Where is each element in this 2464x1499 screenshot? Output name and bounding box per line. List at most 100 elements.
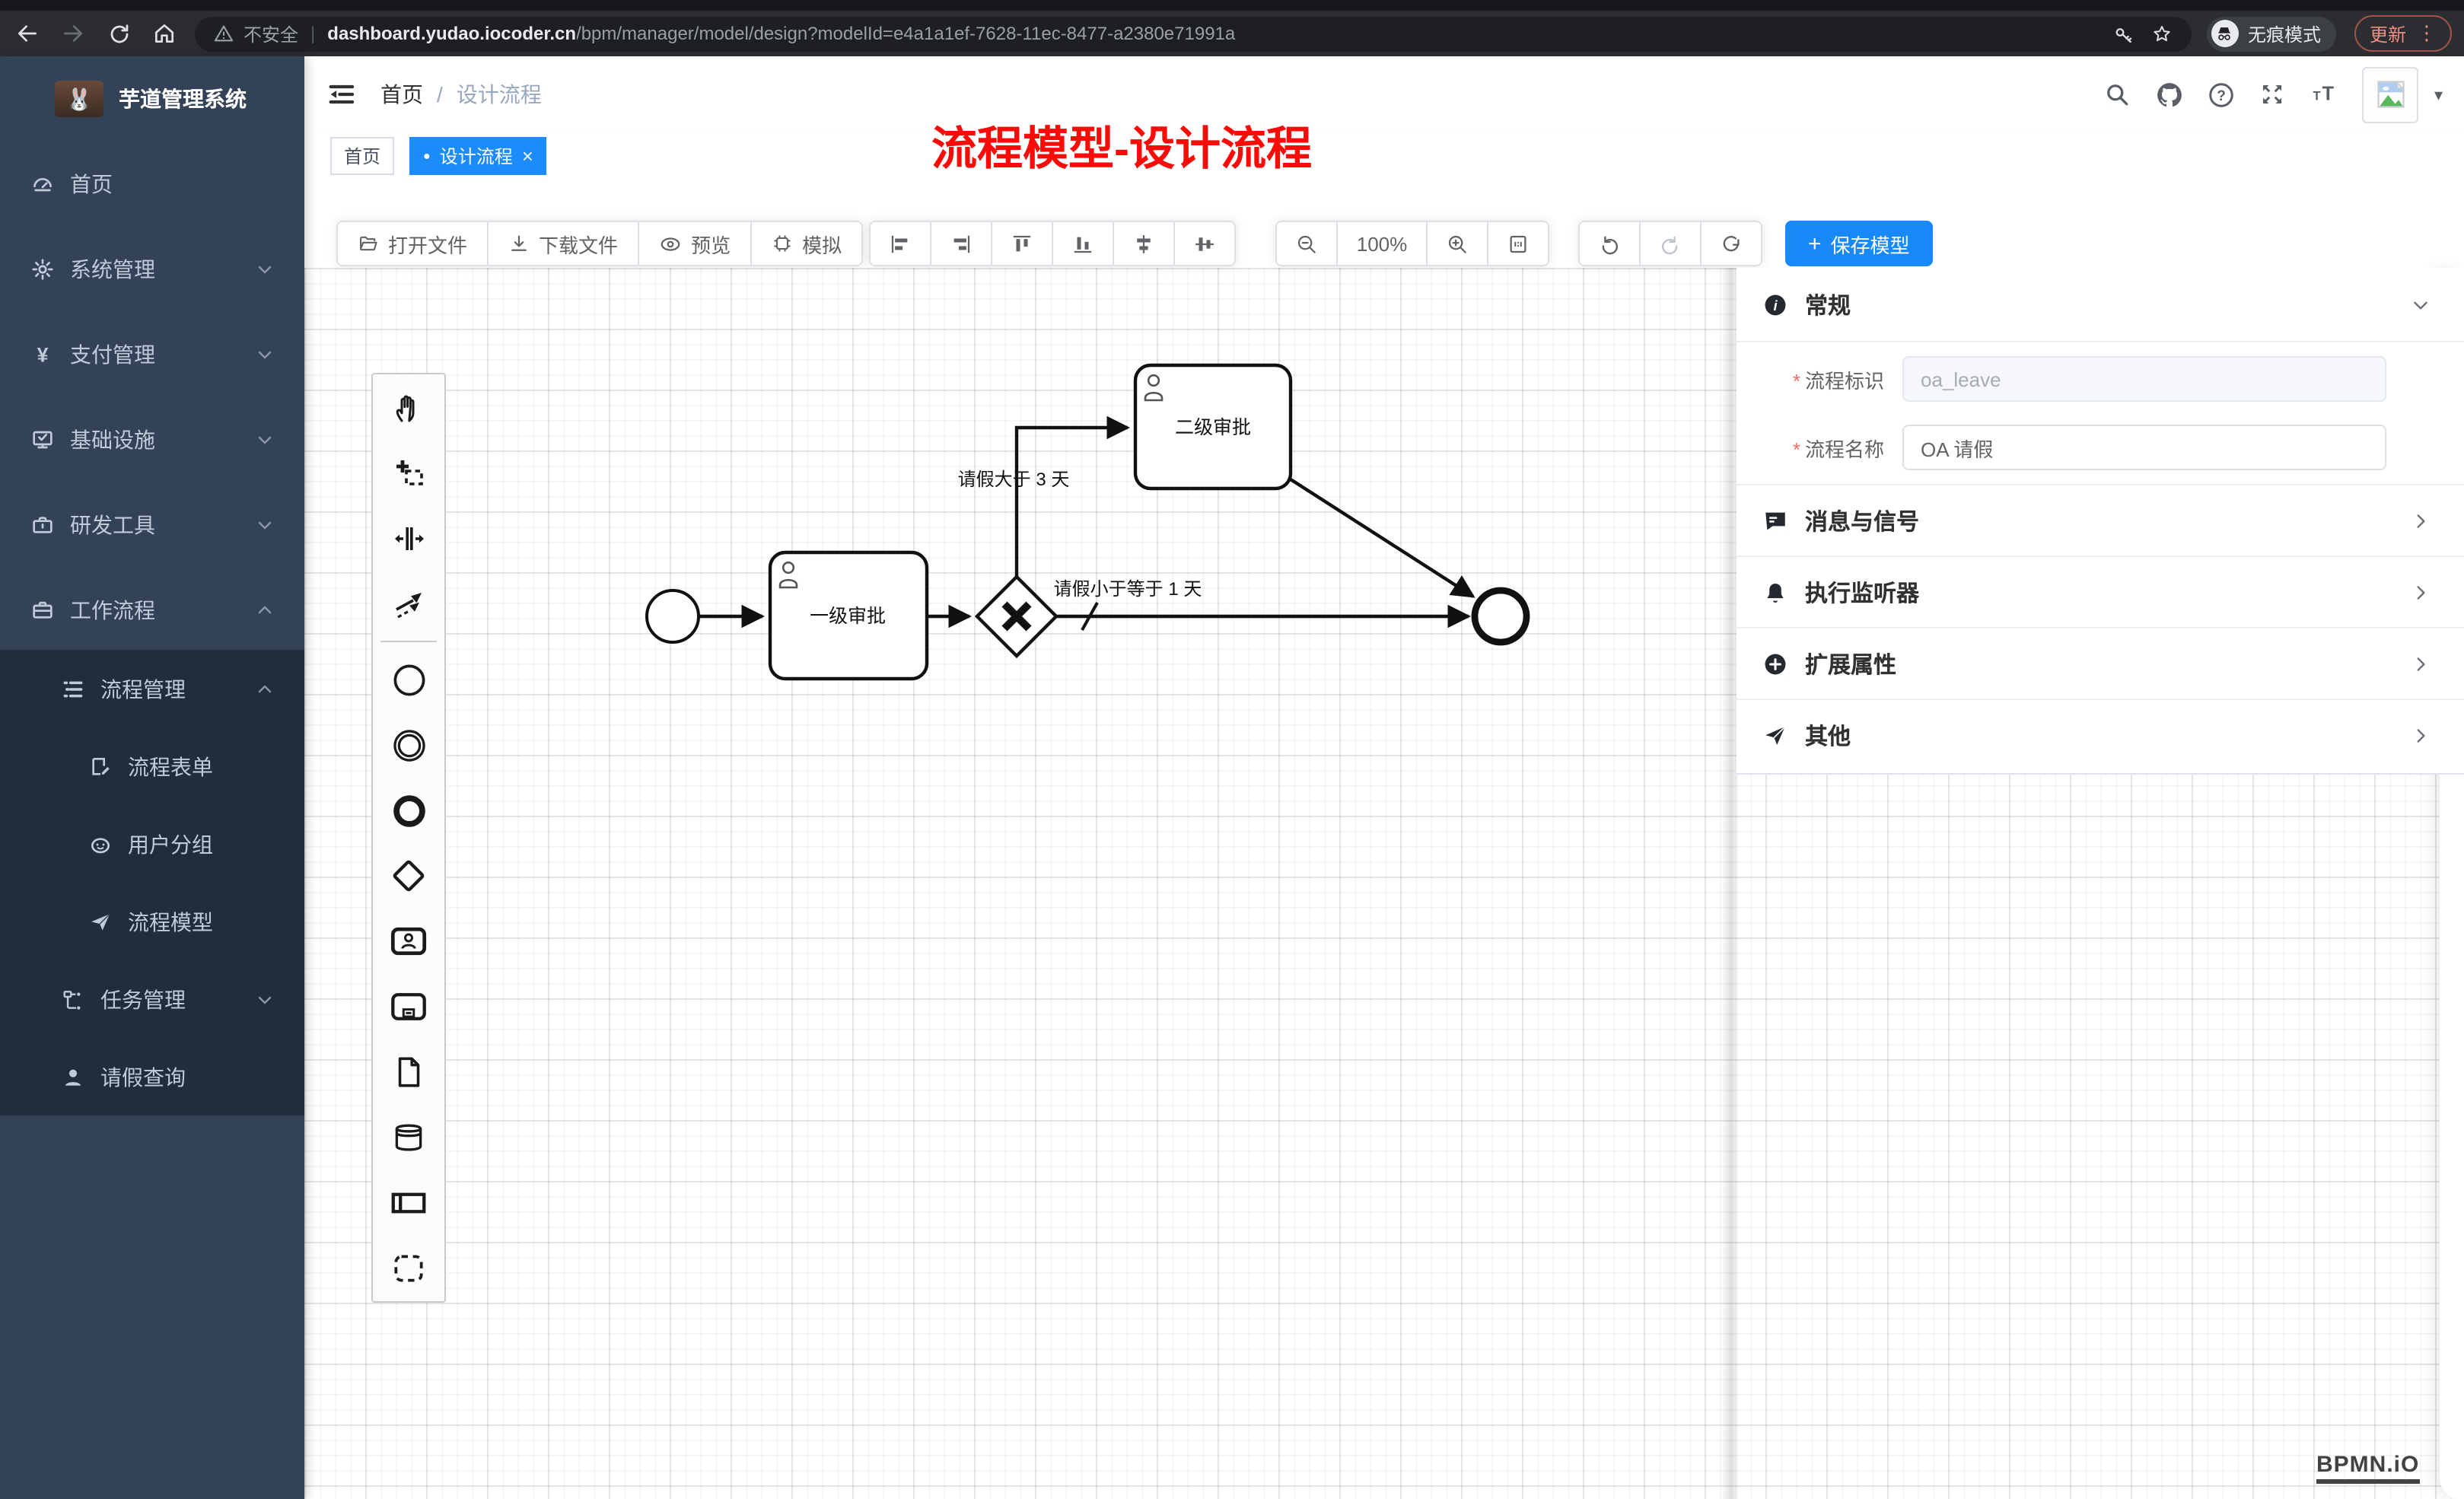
process-key-input[interactable] bbox=[1902, 356, 2386, 402]
user-task-level1[interactable]: 一级审批 bbox=[770, 552, 927, 679]
space-tool[interactable] bbox=[373, 505, 444, 571]
zoom-reset-button[interactable] bbox=[1487, 221, 1549, 266]
bell-icon bbox=[1762, 580, 1788, 606]
breadcrumb-home[interactable]: 首页 bbox=[380, 79, 423, 110]
undo-button[interactable] bbox=[1578, 221, 1641, 266]
close-icon[interactable]: × bbox=[522, 145, 533, 167]
help-icon[interactable]: ? bbox=[2208, 81, 2235, 108]
key-icon[interactable] bbox=[2112, 22, 2135, 45]
create-subprocess[interactable] bbox=[373, 974, 444, 1039]
tab-label: 首页 bbox=[344, 143, 380, 169]
app-logo-row[interactable]: 🐰 芋道管理系统 bbox=[0, 56, 304, 142]
create-gateway[interactable] bbox=[373, 843, 444, 909]
tab-design-process[interactable]: ● 设计流程 × bbox=[409, 137, 547, 175]
browser-update-button[interactable]: 更新 ⋮ bbox=[2354, 15, 2452, 52]
button-label: 预览 bbox=[691, 229, 731, 258]
section-other[interactable]: 其他 bbox=[1737, 699, 2464, 772]
paper-plane-icon bbox=[88, 909, 113, 934]
bookmark-star-icon[interactable] bbox=[2150, 22, 2173, 45]
sidebar-item-process-form[interactable]: 流程表单 bbox=[0, 727, 304, 805]
browser-back-icon[interactable] bbox=[9, 15, 46, 52]
align-bottom-button[interactable] bbox=[1052, 221, 1114, 266]
browser-menu-icon[interactable]: ⋮ bbox=[2417, 21, 2437, 46]
sidebar-item-label: 支付管理 bbox=[70, 339, 155, 370]
sidebar-item-workflow[interactable]: 工作流程 bbox=[0, 568, 304, 653]
sidebar-item-home[interactable]: 首页 bbox=[0, 142, 304, 227]
global-connect-tool[interactable] bbox=[373, 571, 444, 636]
history-button-group bbox=[1578, 221, 1762, 266]
github-icon[interactable] bbox=[2156, 81, 2183, 108]
align-center-vertical-button[interactable] bbox=[1173, 221, 1236, 266]
message-icon bbox=[1762, 508, 1788, 534]
sidebar-item-system[interactable]: 系统管理 bbox=[0, 227, 304, 312]
preview-button[interactable]: 预览 bbox=[638, 221, 752, 266]
download-file-button[interactable]: 下载文件 bbox=[487, 221, 639, 266]
url-bar[interactable]: 不安全 | dashboard.yudao.iocoder.cn/bpm/man… bbox=[195, 16, 2192, 51]
create-data-object[interactable] bbox=[373, 1039, 444, 1105]
align-right-button[interactable] bbox=[930, 221, 992, 266]
font-size-icon[interactable]: TT bbox=[2311, 81, 2338, 108]
create-group[interactable] bbox=[373, 1236, 444, 1301]
sidebar-item-task-management[interactable]: 任务管理 bbox=[0, 960, 304, 1038]
create-user-task[interactable] bbox=[373, 909, 444, 974]
field-label: *流程标识 bbox=[1737, 364, 1902, 393]
avatar[interactable] bbox=[2363, 66, 2419, 123]
section-extended-attributes[interactable]: 扩展属性 bbox=[1737, 627, 2464, 700]
section-message-signal[interactable]: 消息与信号 bbox=[1737, 484, 2464, 557]
sidebar-item-leave-query[interactable]: 请假查询 bbox=[0, 1038, 304, 1115]
browser-reload-icon[interactable] bbox=[100, 15, 137, 52]
incognito-label: 无痕模式 bbox=[2248, 21, 2321, 46]
sidebar-submenu-workflow: 流程管理 流程表单 用户分组 流程模型 任务管理 请假 bbox=[0, 650, 304, 1115]
update-label: 更新 bbox=[2370, 21, 2406, 46]
create-end-event[interactable] bbox=[373, 778, 444, 843]
zoom-out-button[interactable] bbox=[1275, 221, 1338, 266]
hand-tool[interactable] bbox=[373, 374, 444, 440]
restart-button[interactable] bbox=[1700, 221, 1762, 266]
section-execution-listener[interactable]: 执行监听器 bbox=[1737, 555, 2464, 629]
create-start-event[interactable] bbox=[373, 647, 444, 712]
browser-home-icon[interactable] bbox=[146, 15, 183, 52]
section-general[interactable]: i 常规 bbox=[1737, 268, 2464, 342]
start-event[interactable] bbox=[647, 590, 699, 642]
sidebar-item-devtools[interactable]: 研发工具 bbox=[0, 482, 304, 568]
redo-button[interactable] bbox=[1639, 221, 1702, 266]
process-name-input[interactable] bbox=[1902, 425, 2386, 470]
sidebar-toggle-icon[interactable] bbox=[326, 79, 356, 110]
lasso-tool[interactable] bbox=[373, 440, 444, 505]
open-file-button[interactable]: 打开文件 bbox=[336, 221, 489, 266]
fullscreen-icon[interactable] bbox=[2259, 81, 2287, 108]
end-event[interactable] bbox=[1475, 590, 1526, 642]
sequence-flow-gt3[interactable] bbox=[1017, 428, 1128, 577]
svg-text:?: ? bbox=[2217, 88, 2227, 104]
search-icon[interactable] bbox=[2104, 81, 2131, 108]
create-data-store[interactable] bbox=[373, 1105, 444, 1170]
eye-icon bbox=[659, 232, 682, 255]
sidebar-item-label: 工作流程 bbox=[70, 595, 155, 625]
folder-icon bbox=[358, 233, 379, 254]
simulate-button[interactable]: 模拟 bbox=[750, 221, 863, 266]
sidebar-item-process-management[interactable]: 流程管理 bbox=[0, 650, 304, 727]
user-task-level2[interactable]: 二级审批 bbox=[1135, 365, 1291, 489]
tab-home[interactable]: 首页 bbox=[330, 137, 394, 175]
browser-forward-icon[interactable] bbox=[55, 15, 91, 52]
exclusive-gateway[interactable] bbox=[977, 577, 1056, 656]
align-center-horizontal-button[interactable] bbox=[1113, 221, 1175, 266]
zoom-in-button[interactable] bbox=[1426, 221, 1488, 266]
align-top-button[interactable] bbox=[991, 221, 1053, 266]
sidebar-item-user-group[interactable]: 用户分组 bbox=[0, 805, 304, 883]
create-intermediate-event[interactable] bbox=[373, 712, 444, 778]
monitor-icon bbox=[30, 428, 55, 452]
zoom-level: 100% bbox=[1336, 221, 1428, 266]
toolbox-icon bbox=[30, 513, 55, 537]
sidebar-item-infra[interactable]: 基础设施 bbox=[0, 397, 304, 482]
sequence-flow[interactable] bbox=[1291, 479, 1473, 597]
align-left-button[interactable] bbox=[869, 221, 931, 266]
avatar-caret-icon[interactable]: ▾ bbox=[2434, 84, 2443, 104]
sidebar-item-payment[interactable]: ¥ 支付管理 bbox=[0, 312, 304, 397]
sidebar-item-label: 流程管理 bbox=[100, 673, 186, 704]
sidebar-item-process-model[interactable]: 流程模型 bbox=[0, 883, 304, 960]
bpmn-io-logo[interactable]: BPMN.iO bbox=[2316, 1452, 2419, 1484]
save-model-button[interactable]: + 保存模型 bbox=[1785, 221, 1933, 266]
form-edit-icon bbox=[88, 754, 113, 778]
create-participant-pool[interactable] bbox=[373, 1170, 444, 1236]
